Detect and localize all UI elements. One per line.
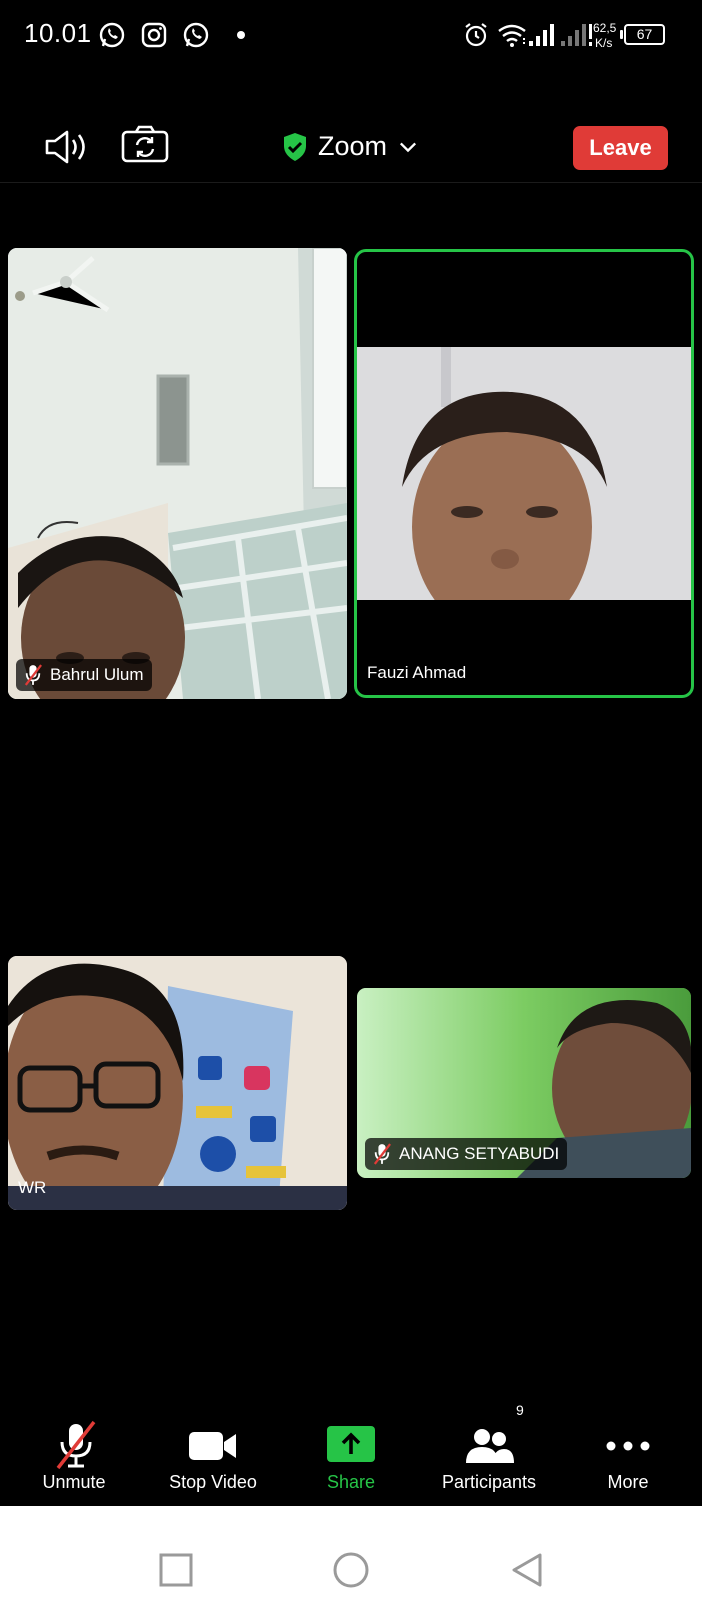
battery-tip — [620, 30, 623, 39]
recents-square-icon[interactable] — [159, 1553, 193, 1587]
mic-muted-icon — [24, 664, 42, 686]
leave-button[interactable]: Leave — [573, 126, 668, 170]
participants-icon — [466, 1429, 514, 1463]
chevron-down-icon — [400, 142, 417, 152]
video-feed — [8, 248, 347, 699]
meeting-title-dropdown[interactable]: Zoom — [282, 131, 417, 162]
more-dots-icon — [606, 1441, 650, 1451]
video-camera-icon — [189, 1432, 236, 1460]
whatsapp-icon — [99, 22, 125, 48]
speaker-icon[interactable] — [43, 127, 93, 167]
participants-label: Participants — [441, 1472, 537, 1492]
stop-video-label: Stop Video — [169, 1472, 257, 1492]
signal-no-service-icon — [561, 24, 592, 46]
participant-name-tag: Bahrul Ulum — [16, 659, 152, 691]
meeting-title: Zoom — [318, 131, 388, 161]
participant-name: Bahrul Ulum — [50, 665, 144, 684]
meeting-top-bar: Zoom Leave — [0, 110, 702, 183]
switch-camera-icon[interactable] — [120, 124, 170, 164]
meeting-toolbar: Unmute Stop Video Share 9 Participants M… — [0, 1402, 702, 1506]
instagram-icon — [141, 22, 167, 48]
more-label: More — [607, 1472, 649, 1492]
participants-count: 9 — [516, 1402, 524, 1418]
video-tile-fauzi-ahmad[interactable]: Fauzi Ahmad — [357, 252, 691, 695]
participant-name-tag: ANANG SETYABUDI — [365, 1138, 568, 1170]
signal-icon — [529, 24, 554, 46]
system-nav-bar — [0, 1506, 702, 1600]
more-button[interactable]: More — [563, 1408, 693, 1506]
mic-muted-icon — [373, 1143, 391, 1165]
wifi-icon — [498, 24, 526, 47]
participants-button[interactable]: 9 Participants — [424, 1402, 554, 1506]
status-time: 10.01 — [24, 18, 92, 48]
whatsapp-icon — [183, 22, 209, 48]
unmute-button[interactable]: Unmute — [9, 1408, 139, 1506]
participant-name: WR — [18, 1178, 47, 1197]
status-bar: 10.01 62,5 K/s 67 — [0, 0, 702, 70]
video-tile-bahrul-ulum[interactable]: Bahrul Ulum — [8, 248, 347, 699]
more-notifications-dot-icon — [237, 31, 245, 39]
unmute-label: Unmute — [42, 1472, 106, 1492]
mic-muted-icon — [56, 1420, 96, 1470]
back-triangle-icon[interactable] — [510, 1552, 544, 1588]
alarm-icon — [465, 23, 487, 47]
video-feed — [8, 956, 347, 1210]
battery-icon: 67 — [624, 24, 665, 45]
share-upload-icon — [327, 1426, 375, 1462]
home-circle-icon[interactable] — [332, 1551, 370, 1589]
stop-video-button[interactable]: Stop Video — [148, 1408, 278, 1506]
participant-name: Fauzi Ahmad — [367, 663, 467, 682]
shield-check-icon — [284, 132, 306, 161]
video-tile-anang-setyabudi[interactable]: ANANG SETYABUDI — [357, 988, 691, 1178]
video-tile-wr[interactable]: WR — [8, 956, 347, 1210]
net-speed-value: 62,5 — [593, 21, 617, 35]
participant-name: ANANG SETYABUDI — [399, 1144, 560, 1163]
share-label: Share — [326, 1472, 376, 1492]
video-feed — [357, 347, 691, 600]
battery-level: 67 — [636, 26, 653, 42]
share-button[interactable]: Share — [286, 1408, 416, 1506]
net-speed-unit: K/s — [595, 36, 613, 50]
